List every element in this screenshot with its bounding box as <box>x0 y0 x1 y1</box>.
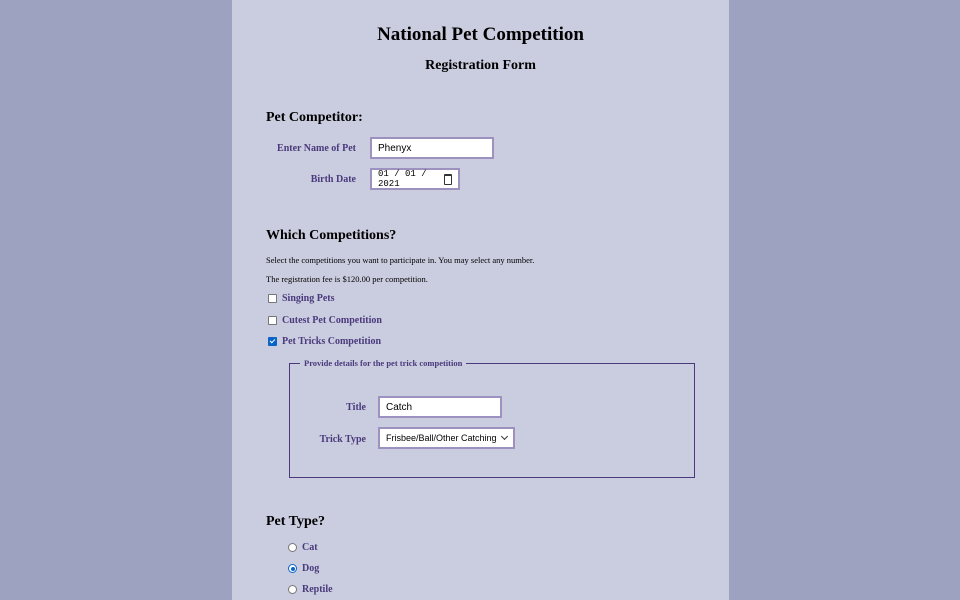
form-page: National Pet Competition Registration Fo… <box>232 0 729 600</box>
page-subtitle: Registration Form <box>425 58 536 73</box>
pet-type-option-cat[interactable]: Cat <box>288 542 318 553</box>
singing-checkbox[interactable] <box>268 294 277 303</box>
reptile-label: Reptile <box>302 584 333 595</box>
chevron-down-icon <box>500 432 509 441</box>
trick-type-select[interactable]: Frisbee/Ball/Other Catching <box>378 427 515 449</box>
competitions-heading: Which Competitions? <box>266 228 397 243</box>
cutest-checkbox[interactable] <box>268 316 277 325</box>
dog-label: Dog <box>302 563 320 574</box>
singing-label: Singing Pets <box>282 293 335 304</box>
birth-date-label: Birth Date <box>310 174 356 185</box>
trick-title-input[interactable] <box>378 396 502 418</box>
pet-name-input[interactable] <box>370 137 494 159</box>
tricks-checkbox[interactable] <box>268 337 277 346</box>
calendar-icon[interactable] <box>443 173 452 185</box>
competitions-help-select: Select the competitions you want to part… <box>266 255 535 265</box>
trick-details-legend: Provide details for the pet trick compet… <box>300 358 467 368</box>
cat-radio[interactable] <box>288 543 297 552</box>
pet-type-heading: Pet Type? <box>266 514 325 529</box>
competition-option-tricks[interactable]: Pet Tricks Competition <box>268 336 381 347</box>
dog-radio[interactable] <box>288 564 297 573</box>
pet-competitor-heading: Pet Competitor: <box>266 110 363 125</box>
page-title: National Pet Competition <box>377 24 584 45</box>
trick-type-value: Frisbee/Ball/Other Catching <box>386 433 497 443</box>
pet-type-option-dog[interactable]: Dog <box>288 563 319 574</box>
birth-date-value: 01 / 01 / 2021 <box>378 169 427 189</box>
trick-type-label: Trick Type <box>319 434 366 445</box>
trick-details-fieldset: Provide details for the pet trick compet… <box>289 358 695 478</box>
competitions-help-fee: The registration fee is $120.00 per comp… <box>266 274 428 284</box>
cutest-label: Cutest Pet Competition <box>282 315 382 326</box>
tricks-label: Pet Tricks Competition <box>282 336 382 347</box>
pet-name-label: Enter Name of Pet <box>277 143 356 154</box>
competition-option-cutest[interactable]: Cutest Pet Competition <box>268 315 382 326</box>
cat-label: Cat <box>302 542 318 553</box>
competition-option-singing[interactable]: Singing Pets <box>268 293 335 304</box>
trick-title-label: Title <box>346 402 366 413</box>
birth-date-input[interactable]: 01 / 01 / 2021 <box>370 168 460 190</box>
reptile-radio[interactable] <box>288 585 297 594</box>
pet-type-option-reptile[interactable]: Reptile <box>288 584 333 595</box>
